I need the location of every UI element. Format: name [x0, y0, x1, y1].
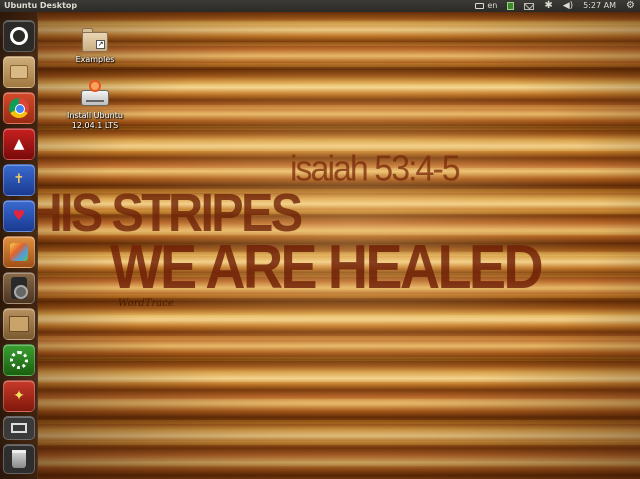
desktop-icon-label: Examples [75, 55, 115, 64]
messaging-indicator[interactable] [524, 0, 535, 12]
network-indicator[interactable] [507, 0, 515, 12]
launcher: ▲ ✝ ♥ ✦ [0, 12, 38, 479]
wallpaper-text-line-2: WE ARE HEALED [110, 233, 544, 302]
workspace-icon [11, 423, 27, 433]
launcher-trash[interactable] [3, 444, 35, 474]
system-tray: en ✱ ◀) 5:27 AM ⚙ [470, 0, 640, 12]
top-panel: Ubuntu Desktop en ✱ ◀) 5:27 AM ⚙ [0, 0, 640, 12]
keyboard-icon [475, 3, 485, 9]
launcher-bible[interactable]: ▲ [3, 128, 35, 160]
launcher-image-viewer[interactable] [3, 236, 35, 268]
bible-icon: ▲ [13, 136, 25, 152]
volume-icon: ◀) [562, 1, 574, 11]
folder-link-icon: ↗ [82, 28, 108, 52]
heart-icon: ♥ [12, 208, 26, 224]
gallery-icon [10, 243, 28, 261]
launcher-files[interactable] [3, 56, 35, 88]
mail-icon [524, 2, 535, 10]
keyboard-indicator[interactable]: en [475, 0, 497, 12]
keyboard-layout-label: en [487, 1, 498, 10]
ubuntu-logo-icon [10, 27, 28, 45]
network-icon [507, 2, 515, 10]
installer-icon [80, 80, 110, 108]
chrome-icon [9, 98, 29, 118]
desktop-icon-label: Install Ubuntu 12.04.1 LTS [67, 111, 123, 130]
bluetooth-icon: ✱ [544, 0, 553, 11]
bluetooth-indicator[interactable]: ✱ [544, 0, 552, 12]
launcher-heart-app[interactable]: ♥ [3, 200, 35, 232]
speaker-icon [11, 277, 28, 299]
session-indicator[interactable]: ⚙ [626, 0, 635, 12]
launcher-workspace-switcher[interactable] [3, 416, 35, 440]
box-icon [9, 316, 29, 332]
launcher-chromium[interactable] [3, 92, 35, 124]
launcher-updates[interactable] [3, 344, 35, 376]
home-folder-icon [10, 65, 28, 79]
wallpaper-verse-reference: isaiah 53:4-5 [290, 149, 461, 189]
gear-icon: ⚙ [626, 0, 635, 11]
update-icon [10, 351, 28, 369]
volume-indicator[interactable]: ◀) [563, 0, 573, 12]
launcher-sound[interactable] [3, 272, 35, 304]
trash-icon [12, 450, 26, 468]
launcher-dash-home[interactable] [3, 20, 35, 52]
wallpaper-signature: WordTrace [118, 298, 174, 309]
launcher-prayer[interactable]: ✝ [3, 164, 35, 196]
prayer-icon: ✝ [13, 172, 25, 187]
clock[interactable]: 5:27 AM [583, 0, 616, 12]
desktop-icon-examples[interactable]: ↗ Examples [55, 28, 135, 65]
launcher-archive[interactable] [3, 308, 35, 340]
wand-icon: ✦ [13, 388, 25, 404]
desktop-icon-install-ubuntu[interactable]: Install Ubuntu 12.04.1 LTS [55, 80, 135, 131]
window-title: Ubuntu Desktop [4, 1, 78, 10]
launcher-magic-wand[interactable]: ✦ [3, 380, 35, 412]
